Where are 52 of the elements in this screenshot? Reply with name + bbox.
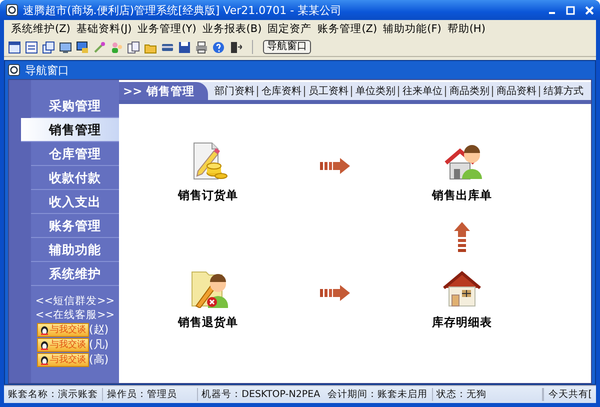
contact-name: (凡) (89, 337, 109, 352)
header-link[interactable]: 往来单位 (402, 84, 442, 98)
flow-label[interactable]: 销售订货单 (178, 188, 238, 203)
maximize-icon[interactable] (566, 6, 575, 14)
menu-item[interactable]: 固定资产 (264, 22, 315, 36)
window-icon[interactable] (8, 40, 21, 54)
form-icon[interactable] (25, 40, 38, 54)
contact-name: (赵) (89, 322, 109, 337)
computer-icon[interactable] (76, 40, 89, 54)
header-link[interactable]: 单位类别 (355, 84, 396, 98)
status-text: 机器号：DESKTOP-N2PEA (200, 388, 322, 401)
window-title: 速腾超市(商场.便利店)管理系统[经典版] Ver21.0701 - 某某公司 (23, 2, 343, 18)
app-logo-icon (8, 64, 20, 76)
header-link[interactable]: 商品类别 (449, 84, 490, 98)
windows-icon[interactable] (42, 40, 55, 54)
printer-icon[interactable] (195, 40, 208, 54)
sidebar-link[interactable]: <<在线客服>> (31, 308, 119, 322)
up-arrow-icon (454, 222, 470, 252)
header-link[interactable]: 部门资料 (214, 84, 254, 98)
right-arrow-icon (320, 285, 350, 301)
menu-item[interactable]: 辅助功能(F) (380, 22, 444, 36)
flow-label[interactable]: 销售出库单 (432, 188, 492, 203)
status-text: 今天共有[ (543, 388, 596, 401)
status-text: 操作员：管理员 (103, 388, 198, 401)
contact-name: (高) (89, 352, 109, 367)
status-text: 会计期间：账套未启用 (324, 388, 433, 401)
status-text: 状态：无狗 (432, 388, 544, 401)
status-text: 账套名称：演示账套 (4, 388, 103, 401)
flow-label[interactable]: 库存明细表 (432, 315, 492, 330)
menu-item[interactable]: 业务管理(Y) (134, 22, 200, 36)
right-arrow-icon (320, 158, 350, 174)
documents-icon[interactable] (127, 40, 140, 54)
menu-item[interactable]: 基础资料(J) (73, 22, 135, 36)
menu-item[interactable]: 系统维护(Z) (8, 22, 74, 36)
menu-item[interactable]: 帮助(H) (444, 22, 488, 36)
flow-label[interactable]: 销售退货单 (178, 315, 238, 330)
panel-title: 导航窗口 (25, 62, 69, 78)
sidebar-link[interactable]: <<短信群发>> (31, 294, 119, 308)
navigation-window-button[interactable]: 导航窗口 (263, 40, 311, 54)
header-link[interactable]: 商品资料 (496, 84, 536, 98)
header-link[interactable]: 仓库资料 (261, 84, 302, 98)
header-link[interactable]: 结算方式 (543, 84, 584, 98)
wand-icon[interactable] (93, 40, 106, 54)
header-link[interactable]: 员工资料 (308, 84, 348, 98)
help-icon[interactable] (212, 40, 225, 54)
menu-item[interactable]: 账务管理(Z) (314, 22, 380, 36)
sidebar-item[interactable]: 销售管理 (21, 118, 119, 142)
menu-item[interactable]: 业务报表(B) (199, 22, 265, 36)
app-logo-icon (6, 4, 18, 16)
monitor-icon[interactable] (59, 40, 72, 54)
exit-door-icon[interactable] (229, 40, 242, 54)
close-icon[interactable] (585, 6, 594, 14)
